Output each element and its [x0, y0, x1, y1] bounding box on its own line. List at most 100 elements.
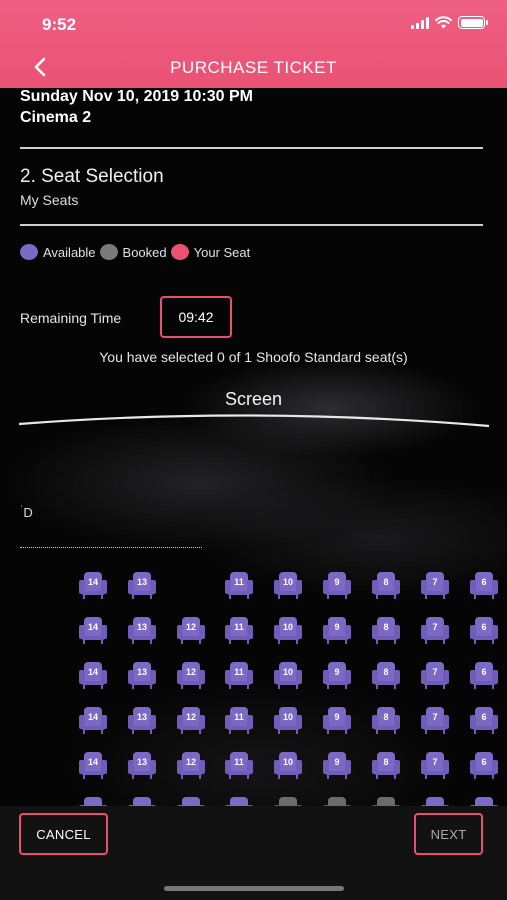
seat-part: [133, 797, 151, 806]
seat-number: 10: [282, 712, 293, 722]
legend-your-seat: Your Seat: [170, 244, 250, 260]
seat-icon[interactable]: 14: [79, 572, 107, 600]
seat-part: [328, 797, 346, 806]
seat-part: [425, 730, 427, 734]
seat-icon[interactable]: [79, 797, 107, 806]
status-time: 9:52: [42, 15, 77, 34]
seat-part: [84, 797, 102, 806]
seat-part: [83, 685, 85, 689]
seat-icon[interactable]: 13: [128, 707, 156, 735]
seat-icon[interactable]: 6: [470, 617, 498, 645]
seat-number: 11: [234, 622, 244, 632]
cancel-button[interactable]: CANCEL: [19, 813, 108, 855]
seat-number: 9: [334, 622, 340, 632]
seat-part: [492, 685, 494, 689]
seat-legend: Available Booked Your Seat: [20, 244, 254, 260]
seat-part: [181, 640, 183, 644]
seat-part: [345, 595, 347, 599]
row-letter-text: D: [23, 505, 33, 520]
seat-icon[interactable]: 10: [274, 617, 302, 645]
seat-part: [296, 640, 298, 644]
seat-icon[interactable]: 13: [128, 617, 156, 645]
seat-part: [492, 775, 494, 779]
seat-icon[interactable]: [470, 797, 498, 806]
seat-icon[interactable]: 10: [274, 572, 302, 600]
seat-part: [199, 640, 201, 644]
seat-icon[interactable]: 11: [225, 572, 253, 600]
seat-icon[interactable]: 8: [372, 617, 400, 645]
seat-icon[interactable]: 11: [225, 617, 253, 645]
next-button[interactable]: NEXT: [414, 813, 483, 855]
seat-part: [474, 775, 476, 779]
seat-number: 8: [383, 622, 389, 632]
seat-icon[interactable]: 6: [470, 572, 498, 600]
seat-icon[interactable]: 12: [177, 617, 205, 645]
seat-part: [132, 775, 134, 779]
seat-icon[interactable]: 11: [225, 662, 253, 690]
seat-part: [278, 730, 280, 734]
seat-part: [475, 797, 493, 806]
seat-number: 14: [87, 757, 98, 767]
battery-icon: [458, 16, 488, 29]
seat-number: 8: [383, 667, 389, 677]
seat-number: 13: [136, 712, 147, 722]
seat-icon[interactable]: [421, 797, 449, 806]
seat-icon[interactable]: 11: [225, 707, 253, 735]
seat-icon[interactable]: 9: [323, 662, 351, 690]
seat-icon[interactable]: 7: [421, 752, 449, 780]
seat-part: [229, 730, 231, 734]
seat-number: 12: [185, 757, 196, 767]
seat-icon[interactable]: 7: [421, 572, 449, 600]
seat-icon[interactable]: 10: [274, 662, 302, 690]
seat-icon[interactable]: 12: [177, 707, 205, 735]
seat-icon[interactable]: 8: [372, 572, 400, 600]
seat-part: [247, 640, 249, 644]
seat-part: [443, 595, 445, 599]
seat-part: [345, 775, 347, 779]
seat-icon[interactable]: 14: [79, 617, 107, 645]
cinema-name: Cinema 2: [20, 109, 92, 126]
seat-icon[interactable]: 13: [128, 752, 156, 780]
seat-icon[interactable]: 7: [421, 662, 449, 690]
seat-number: 6: [481, 577, 487, 587]
seat-icon[interactable]: 9: [323, 752, 351, 780]
seat-icon: [323, 797, 351, 806]
seat-icon[interactable]: 10: [274, 707, 302, 735]
screen-label: Screen: [224, 389, 283, 409]
seat-number: 7: [432, 577, 438, 587]
seat-icon[interactable]: 6: [470, 752, 498, 780]
seat-icon[interactable]: 6: [470, 707, 498, 735]
seat-icon[interactable]: 11: [225, 752, 253, 780]
seat-icon[interactable]: [225, 797, 253, 806]
wifi-icon: [435, 16, 452, 29]
seat-part: [132, 595, 134, 599]
seat-icon[interactable]: 8: [372, 707, 400, 735]
seat-icon[interactable]: 6: [470, 662, 498, 690]
seat-icon[interactable]: 8: [372, 662, 400, 690]
seat-icon[interactable]: 12: [177, 662, 205, 690]
seat-icon[interactable]: 12: [177, 752, 205, 780]
seat-icon[interactable]: 14: [79, 752, 107, 780]
seat-part: [101, 775, 103, 779]
seat-part: [278, 595, 280, 599]
seat-icon[interactable]: 7: [421, 707, 449, 735]
seat-part: [376, 595, 378, 599]
seat-icon[interactable]: [128, 797, 156, 806]
seat-icon[interactable]: 13: [128, 662, 156, 690]
seat-icon[interactable]: 9: [323, 617, 351, 645]
seat-icon[interactable]: 8: [372, 752, 400, 780]
seat-icon[interactable]: 9: [323, 572, 351, 600]
seat-part: [394, 730, 396, 734]
seat-icon[interactable]: 13: [128, 572, 156, 600]
show-date-time: Sunday Nov 10, 2019 10:30 PM: [20, 88, 253, 105]
seat-part: [376, 775, 378, 779]
seat-icon[interactable]: 9: [323, 707, 351, 735]
seat-number: 9: [334, 577, 340, 587]
seat-icon[interactable]: 10: [274, 752, 302, 780]
seat-icon[interactable]: 7: [421, 617, 449, 645]
seat-icon[interactable]: [177, 797, 205, 806]
legend-label: Available: [43, 244, 96, 260]
seat-icon[interactable]: 14: [79, 662, 107, 690]
divider: [20, 147, 483, 149]
seat-icon[interactable]: 14: [79, 707, 107, 735]
